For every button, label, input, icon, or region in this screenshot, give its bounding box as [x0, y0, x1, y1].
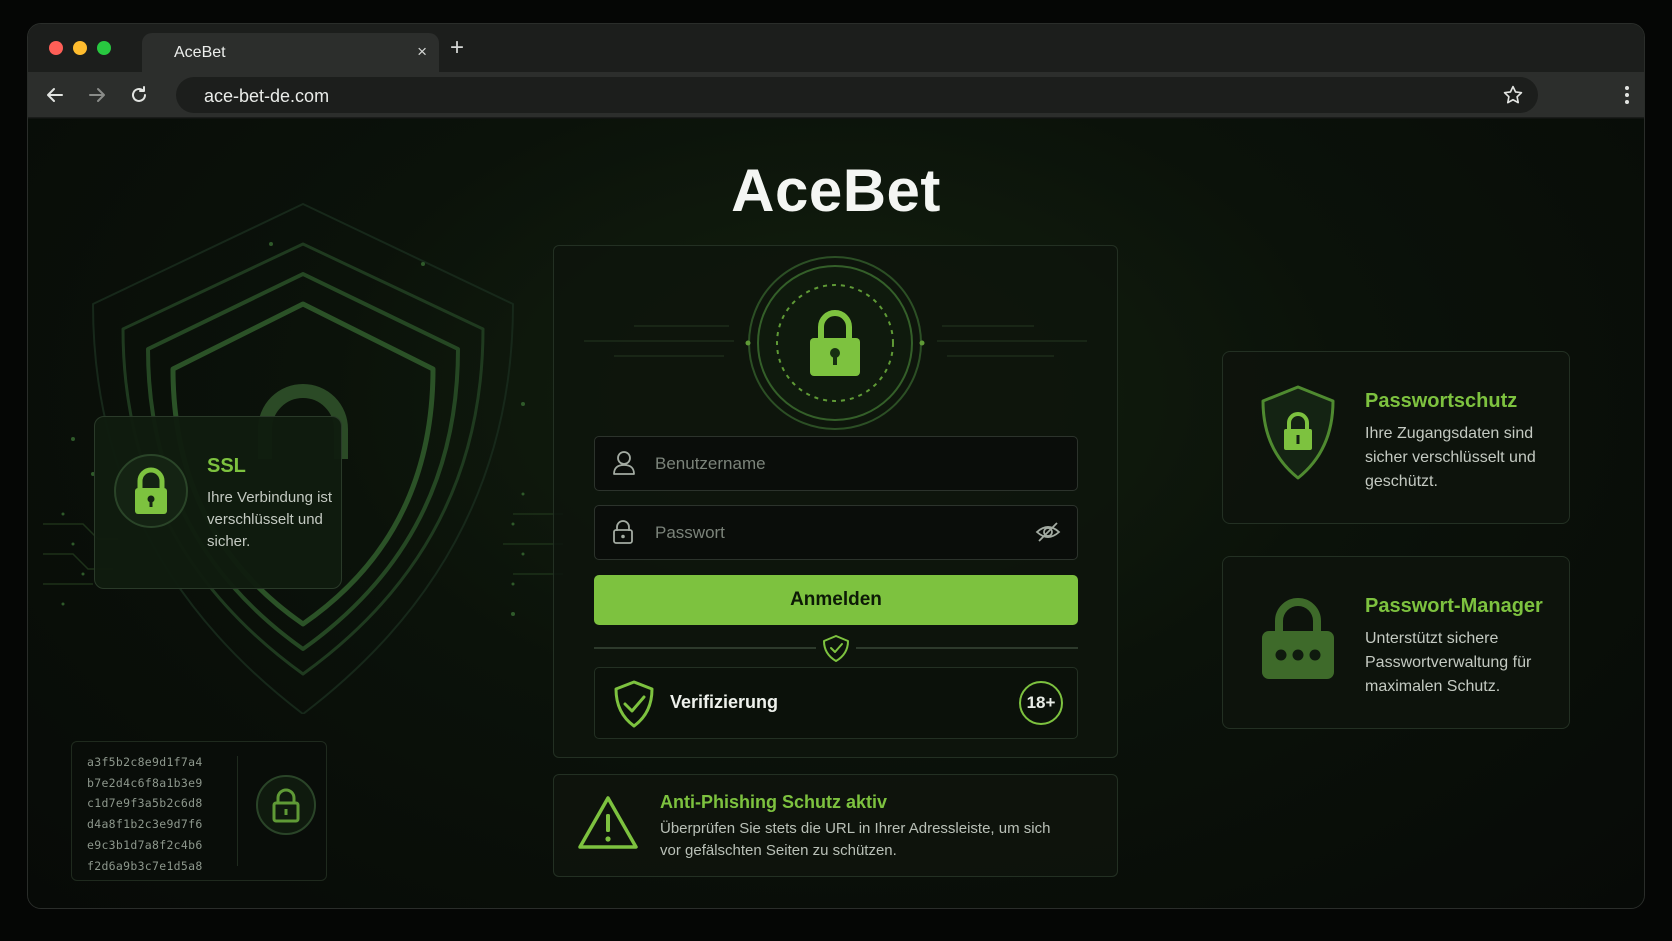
- verification-label: Verifizierung: [670, 692, 779, 712]
- feature-card-text: Unterstützt sichere Passwortverwaltung f…: [1365, 630, 1532, 695]
- minimize-window-button[interactable]: [73, 41, 87, 55]
- site-title: AceBet: [731, 157, 941, 224]
- login-button[interactable]: Anmelden: [594, 575, 1078, 625]
- feature-card-text: Ihre Zugangsdaten sind sicher verschlüss…: [1365, 425, 1536, 490]
- feature-card-password-protection: Passwortschutz Ihre Zugangsdaten sind si…: [1222, 351, 1570, 524]
- browser-menu-icon[interactable]: [1624, 84, 1630, 111]
- padlock-dots-icon: [1262, 598, 1334, 679]
- shield-lock-icon: [1261, 385, 1335, 480]
- verification-box: Verifizierung 18+: [594, 667, 1078, 739]
- ssl-lock-icon: [114, 454, 188, 528]
- login-card: Anmelden Verifizierung 18+: [553, 245, 1118, 758]
- shield-check-icon: [614, 680, 654, 728]
- url-text[interactable]: ace-bet-de.com: [204, 86, 329, 107]
- feature-card-password-manager: Passwort-Manager Unterstützt sichere Pas…: [1222, 556, 1570, 729]
- feature-card-title: Passwort-Manager: [1365, 595, 1543, 617]
- new-tab-button[interactable]: +: [450, 33, 464, 63]
- reload-icon[interactable]: [126, 82, 152, 108]
- lock-emblem-icon: [584, 256, 1087, 430]
- browser-toolbar: ace-bet-de.com: [28, 72, 1644, 118]
- hash-lock-icon: [256, 775, 316, 835]
- maximize-window-button[interactable]: [97, 41, 111, 55]
- divider-shield-icon: [594, 635, 1078, 662]
- tab-title: AceBet: [174, 44, 226, 61]
- close-window-button[interactable]: [49, 41, 63, 55]
- user-icon: [613, 451, 635, 475]
- username-field[interactable]: [594, 436, 1078, 491]
- lock-icon: [613, 520, 633, 544]
- anti-phishing-text: Überprüfen Sie stets die URL in Ihrer Ad…: [660, 820, 1051, 859]
- anti-phishing-title: Anti-Phishing Schutz aktiv: [660, 792, 888, 812]
- hash-line: a3f5b2c8e9d1f7a4: [87, 755, 203, 769]
- address-bar[interactable]: ace-bet-de.com: [176, 77, 1538, 113]
- hash-panel: a3f5b2c8e9d1f7a4 b7e2d4c6f8a1b3e9 c1d7e9…: [71, 741, 327, 881]
- hash-list: a3f5b2c8e9d1f7a4 b7e2d4c6f8a1b3e9 c1d7e9…: [87, 752, 203, 876]
- password-field[interactable]: [594, 505, 1078, 560]
- hash-line: f2d6a9b3c7e1d5a8: [87, 858, 203, 873]
- ssl-card: SSL Ihre Verbindung ist verschlüsselt un…: [94, 416, 342, 589]
- eye-off-icon[interactable]: [1035, 521, 1061, 543]
- warning-triangle-icon: [578, 796, 638, 849]
- hash-line: e9c3b1d7a8f2c4b6: [87, 837, 203, 852]
- feature-card-title: Passwortschutz: [1365, 390, 1518, 412]
- hash-line: c1d7e9f3a5b2c6d8: [87, 796, 203, 811]
- browser-tab[interactable]: AceBet ×: [142, 33, 439, 72]
- page-content: SSL Ihre Verbindung ist verschlüsselt un…: [28, 119, 1644, 908]
- hash-divider: [237, 756, 238, 866]
- username-input[interactable]: [655, 437, 1025, 490]
- age-badge: 18+: [1019, 681, 1063, 725]
- password-input[interactable]: [655, 506, 1025, 559]
- browser-window: AceBet × + ace-bet-de.com SSL Ihre Verbi…: [27, 23, 1645, 909]
- ssl-text: Ihre Verbindung ist verschlüsselt und si…: [207, 489, 333, 550]
- ssl-title: SSL: [207, 455, 246, 477]
- bookmark-star-icon[interactable]: [1502, 84, 1524, 111]
- back-arrow-icon[interactable]: [42, 82, 68, 108]
- hash-line: d4a8f1b2c3e9d7f6: [87, 817, 203, 832]
- tab-bar: AceBet × +: [28, 24, 1644, 72]
- forward-arrow-icon[interactable]: [84, 82, 110, 108]
- anti-phishing-notice: Anti-Phishing Schutz aktiv Überprüfen Si…: [553, 774, 1118, 877]
- hash-line: b7e2d4c6f8a1b3e9: [87, 775, 203, 790]
- tab-close-icon[interactable]: ×: [417, 42, 427, 62]
